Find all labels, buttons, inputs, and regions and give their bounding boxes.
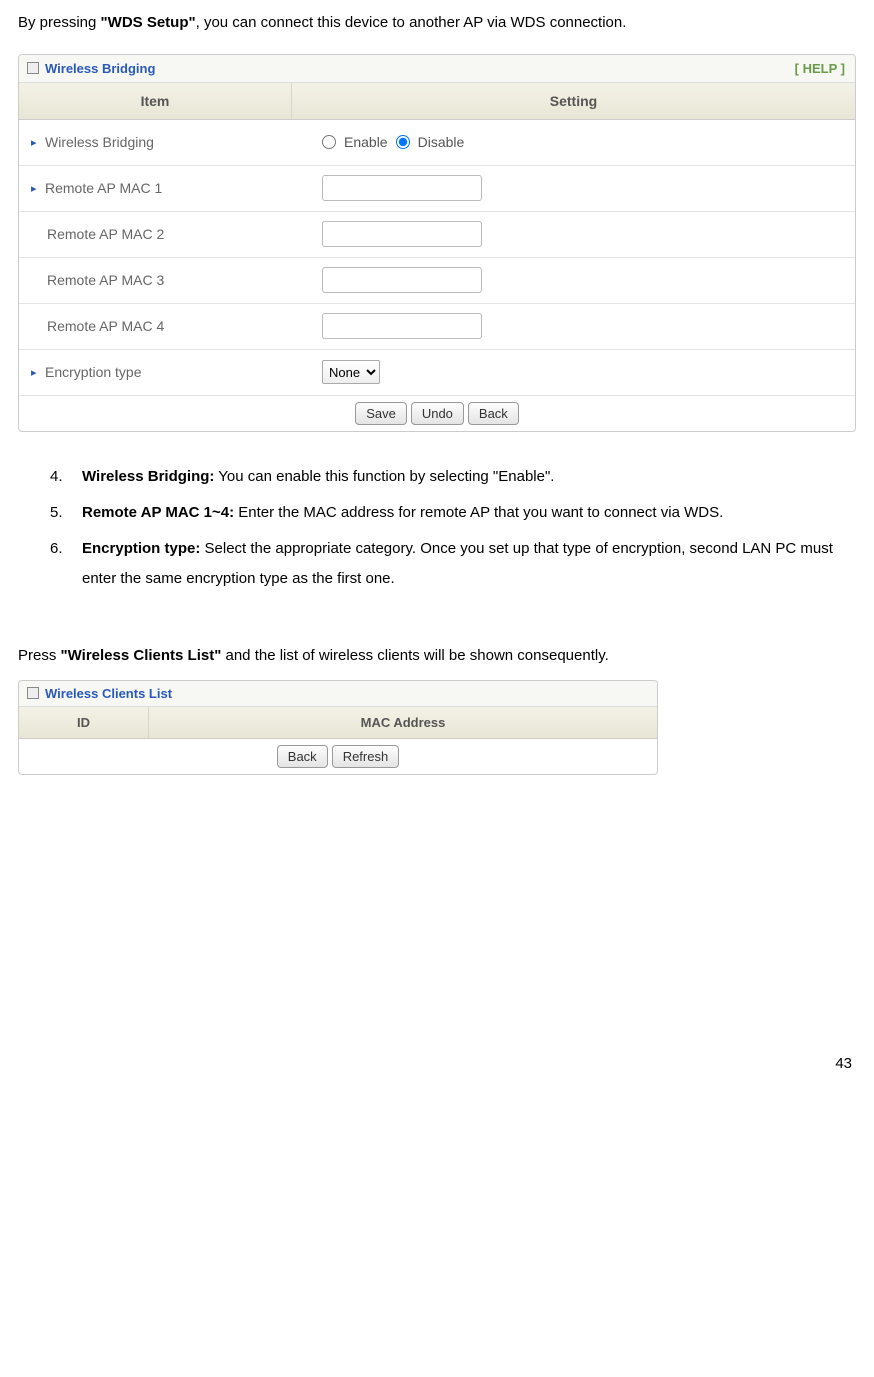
press-bold: "Wireless Clients List"	[61, 647, 222, 664]
label-mac3: Remote AP MAC 3	[19, 262, 292, 298]
radio-enable[interactable]	[322, 135, 336, 149]
list-text: Enter the MAC address for remote AP that…	[234, 504, 723, 521]
intro-suffix: , you can connect this device to another…	[196, 14, 627, 31]
list-item-6: 6. Encryption type: Select the appropria…	[50, 534, 856, 594]
label-mac1: ▸ Remote AP MAC 1	[19, 170, 292, 206]
wireless-clients-panel: Wireless Clients List ID MAC Address Bac…	[18, 680, 658, 775]
setting-mac1	[292, 169, 855, 207]
list-text: You can enable this function by selectin…	[214, 468, 554, 485]
undo-button[interactable]: Undo	[411, 402, 464, 425]
row-mac3: Remote AP MAC 3	[19, 258, 855, 304]
panel-title-wrap: Wireless Clients List	[27, 686, 172, 701]
intro-paragraph: By pressing "WDS Setup", you can connect…	[18, 10, 856, 36]
list-content: Wireless Bridging: You can enable this f…	[82, 462, 856, 492]
row-mac1: ▸ Remote AP MAC 1	[19, 166, 855, 212]
intro-bold: "WDS Setup"	[101, 14, 196, 31]
panel-title-wrap: Wireless Bridging	[27, 61, 155, 76]
list-bold: Remote AP MAC 1~4:	[82, 504, 234, 521]
page-number: 43	[18, 1055, 856, 1072]
list-num: 5.	[50, 498, 70, 528]
arrow-icon: ▸	[31, 136, 39, 149]
press-paragraph: Press "Wireless Clients List" and the li…	[18, 644, 856, 668]
list-bold: Wireless Bridging:	[82, 468, 214, 485]
panel-icon	[27, 62, 39, 74]
table-header-row: ID MAC Address	[19, 707, 657, 739]
wireless-bridging-panel: Wireless Bridging [ HELP ] Item Setting …	[18, 54, 856, 432]
setting-mac3	[292, 261, 855, 299]
label-text: Encryption type	[45, 364, 142, 380]
panel-icon	[27, 687, 39, 699]
label-text: Remote AP MAC 4	[47, 318, 164, 334]
col-header-item: Item	[19, 83, 292, 119]
list-item-5: 5. Remote AP MAC 1~4: Enter the MAC addr…	[50, 498, 856, 528]
input-mac2[interactable]	[322, 221, 482, 247]
panel-title-text: Wireless Clients List	[45, 686, 172, 701]
label-text: Remote AP MAC 2	[47, 226, 164, 242]
refresh-button[interactable]: Refresh	[332, 745, 400, 768]
input-mac4[interactable]	[322, 313, 482, 339]
help-link[interactable]: [ HELP ]	[795, 61, 845, 76]
button-row: Save Undo Back	[19, 396, 855, 431]
radio-disable[interactable]	[396, 135, 410, 149]
row-encryption: ▸ Encryption type None	[19, 350, 855, 396]
panel-header: Wireless Clients List	[19, 681, 657, 707]
setting-encryption: None	[292, 354, 855, 390]
setting-mac4	[292, 307, 855, 345]
press-prefix: Press	[18, 647, 61, 664]
label-mac2: Remote AP MAC 2	[19, 216, 292, 252]
button-row: Back Refresh	[19, 739, 657, 774]
col-header-setting: Setting	[292, 83, 855, 119]
list-content: Remote AP MAC 1~4: Enter the MAC address…	[82, 498, 856, 528]
list-num: 4.	[50, 462, 70, 492]
arrow-icon: ▸	[31, 182, 39, 195]
list-item-4: 4. Wireless Bridging: You can enable thi…	[50, 462, 856, 492]
panel-title-text: Wireless Bridging	[45, 61, 155, 76]
arrow-icon: ▸	[31, 366, 39, 379]
back-button[interactable]: Back	[468, 402, 519, 425]
press-suffix: and the list of wireless clients will be…	[221, 647, 608, 664]
table-header-row: Item Setting	[19, 83, 855, 120]
list-content: Encryption type: Select the appropriate …	[82, 534, 856, 594]
label-text: Wireless Bridging	[45, 134, 154, 150]
col-header-id: ID	[19, 707, 149, 738]
panel-header: Wireless Bridging [ HELP ]	[19, 55, 855, 83]
input-mac3[interactable]	[322, 267, 482, 293]
select-encryption[interactable]: None	[322, 360, 380, 384]
back-button[interactable]: Back	[277, 745, 328, 768]
list-num: 6.	[50, 534, 70, 594]
row-mac4: Remote AP MAC 4	[19, 304, 855, 350]
setting-bridging: Enable Disable	[292, 128, 855, 156]
label-mac4: Remote AP MAC 4	[19, 308, 292, 344]
label-enable: Enable	[344, 134, 388, 150]
input-mac1[interactable]	[322, 175, 482, 201]
row-mac2: Remote AP MAC 2	[19, 212, 855, 258]
label-encryption: ▸ Encryption type	[19, 354, 292, 390]
row-wireless-bridging: ▸ Wireless Bridging Enable Disable	[19, 120, 855, 166]
numbered-list: 4. Wireless Bridging: You can enable thi…	[50, 462, 856, 594]
setting-mac2	[292, 215, 855, 253]
list-bold: Encryption type:	[82, 540, 200, 557]
intro-prefix: By pressing	[18, 14, 101, 31]
save-button[interactable]: Save	[355, 402, 407, 425]
label-text: Remote AP MAC 1	[45, 180, 162, 196]
col-header-mac: MAC Address	[149, 707, 657, 738]
label-wireless-bridging: ▸ Wireless Bridging	[19, 124, 292, 160]
label-text: Remote AP MAC 3	[47, 272, 164, 288]
label-disable: Disable	[418, 134, 465, 150]
